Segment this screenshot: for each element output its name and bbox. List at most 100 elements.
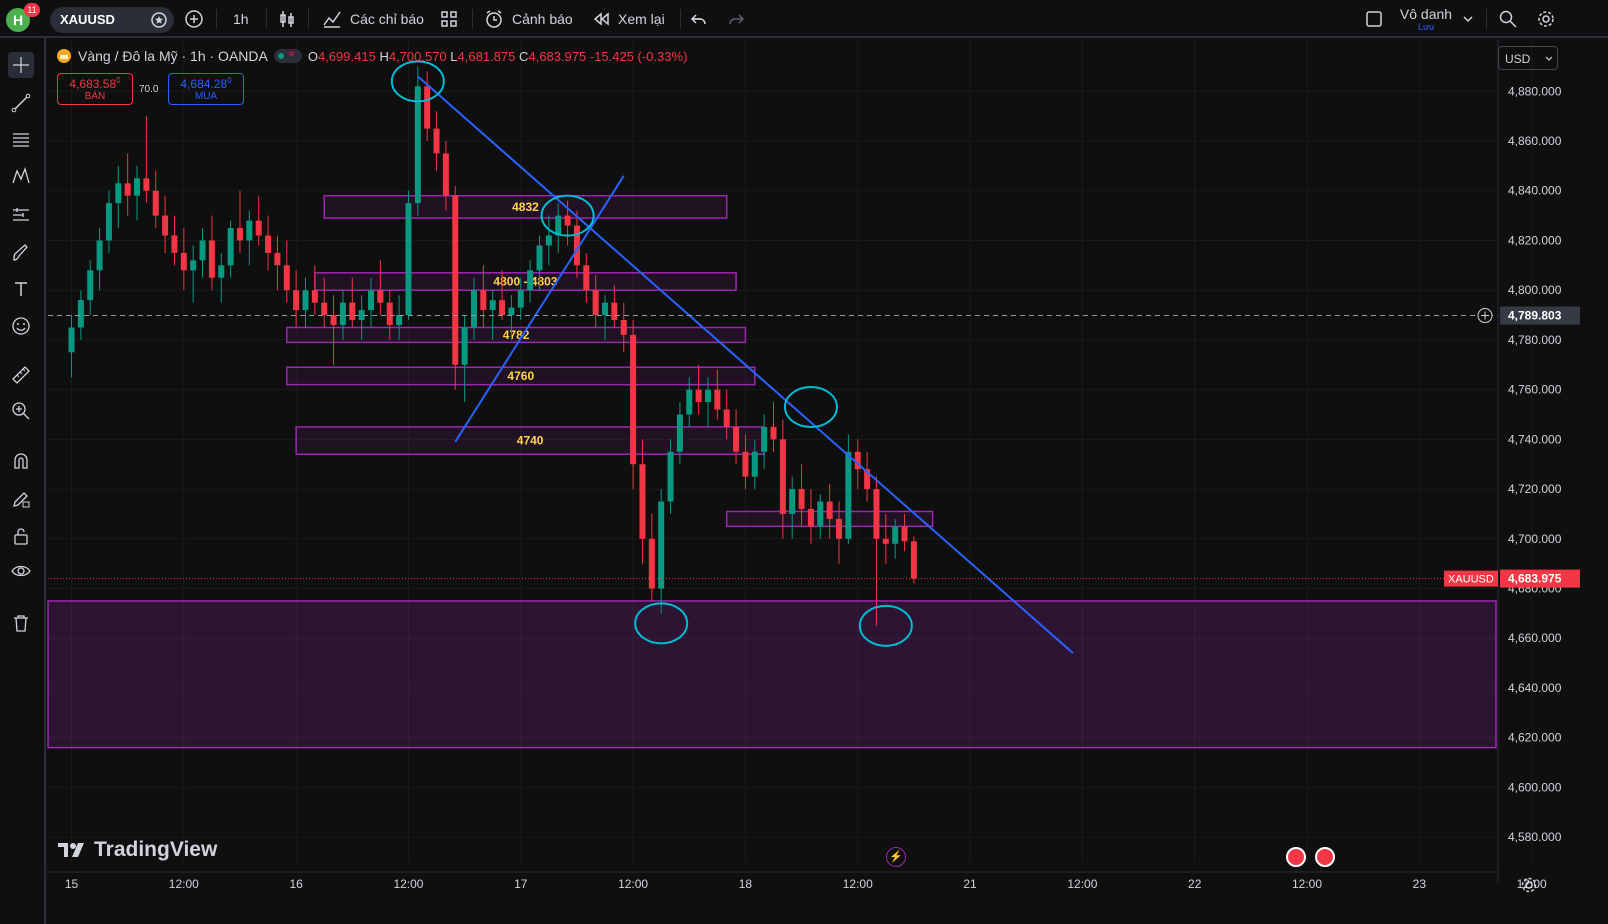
candle-body <box>227 228 234 266</box>
price-tick-label: 4,720.000 <box>1508 482 1562 496</box>
candle-body <box>817 501 824 527</box>
candle-body <box>517 290 524 308</box>
candle-body <box>442 153 449 196</box>
price-chart[interactable]: 48324800 - 4803478247604740 4,880.0004,8… <box>46 40 1608 924</box>
replay-button[interactable]: Xem lại <box>592 0 665 38</box>
candle-body <box>452 195 459 365</box>
candle-body <box>293 290 300 311</box>
trendline-tool[interactable] <box>8 90 34 116</box>
symbol-search[interactable]: XAUUSD <box>50 7 174 33</box>
sell-label: BÁN <box>84 91 106 102</box>
time-tick-label: 23 <box>1413 877 1427 891</box>
watchlist-icon[interactable] <box>150 11 168 32</box>
notification-badge: 11 <box>24 3 40 17</box>
candle-body <box>630 334 637 465</box>
brush-tool[interactable] <box>8 240 34 266</box>
candle-body <box>349 302 356 321</box>
us-flag-event-icon[interactable] <box>1315 847 1335 867</box>
candle-body <box>68 327 75 353</box>
fib-tool[interactable] <box>8 127 34 153</box>
time-tick-label: 16 <box>289 877 303 891</box>
candle-body <box>199 240 206 261</box>
price-tick-label: 4,860.000 <box>1508 134 1562 148</box>
high-value: 4,700.570 <box>388 48 447 64</box>
buy-button[interactable]: 4,684.280 MUA <box>168 73 244 105</box>
chart-legend: Vàng / Đô la Mỹ · 1h · OANDA ≈ O4,699.41… <box>56 48 687 64</box>
quick-search-button[interactable] <box>1498 0 1518 38</box>
candle-body <box>396 315 403 325</box>
text-tool[interactable] <box>8 276 34 302</box>
price-tick-label: 4,580.000 <box>1508 830 1562 844</box>
lightning-event-icon[interactable]: ⚡ <box>886 847 906 867</box>
forecast-tool[interactable] <box>8 202 34 228</box>
buy-price-sup: 0 <box>227 76 232 85</box>
candle-body <box>377 290 384 303</box>
price-tick-label: 4,820.000 <box>1508 233 1562 247</box>
interval-label: 1h <box>233 11 249 27</box>
candle-body <box>798 489 805 509</box>
chart-settings-button[interactable] <box>1520 876 1538 899</box>
price-axis[interactable]: 4,880.000 4,860.000 4,840.000 4,820.000 4,80… <box>1444 40 1580 882</box>
currency-select[interactable]: USD <box>1498 46 1558 70</box>
alerts-button[interactable]: Cảnh báo <box>484 0 573 38</box>
add-symbol-button[interactable] <box>184 0 204 38</box>
zone-label: 4800 - 4803 <box>493 274 557 288</box>
indicators-button[interactable]: Các chỉ báo <box>322 0 424 38</box>
pattern-tool[interactable] <box>8 164 34 190</box>
interval-button[interactable]: 1h <box>233 0 249 38</box>
chart-type-button[interactable] <box>278 0 296 38</box>
sell-price: 4,683.58 <box>69 77 117 91</box>
zoom-tool[interactable] <box>8 398 34 424</box>
redo-button[interactable] <box>727 0 745 38</box>
candles-icon <box>280 11 294 27</box>
drawing-mode-tool[interactable] <box>8 486 34 512</box>
market-status-icon: ≈ <box>273 49 302 63</box>
magnet-tool[interactable] <box>8 448 34 474</box>
unlock-icon <box>14 528 28 545</box>
candle-body <box>162 215 169 236</box>
brush-icon <box>13 244 28 261</box>
sell-button[interactable]: 4,683.580 BÁN <box>57 73 133 105</box>
visibility-tool[interactable] <box>8 558 34 584</box>
candle-body <box>236 228 243 241</box>
price-tick-label: 4,760.000 <box>1508 383 1562 397</box>
ruler-icon <box>12 366 30 384</box>
time-axis[interactable]: 15 12:00 16 12:00 17 12:00 18 12:00 21 12:00 22 12:… <box>46 871 1608 895</box>
crosshair-icon <box>13 57 29 73</box>
price-tick-label: 4,620.000 <box>1508 731 1562 745</box>
symbol-title[interactable]: Vàng / Đô la Mỹ · 1h · OANDA <box>78 48 268 64</box>
delete-tool[interactable] <box>8 610 34 636</box>
layout-dropdown[interactable] <box>1462 0 1474 38</box>
us-flag-event-icon[interactable] <box>1286 847 1306 867</box>
buy-price: 4,684.28 <box>180 77 228 91</box>
candlestick-series <box>68 66 917 626</box>
candle-body <box>499 300 506 316</box>
price-tick-label: 4,840.000 <box>1508 184 1562 198</box>
undo-button[interactable] <box>690 0 708 38</box>
candle-body <box>639 464 646 539</box>
candle-body <box>115 183 122 204</box>
crosshair-tool[interactable] <box>8 52 34 78</box>
candle-body <box>592 290 599 316</box>
candle-body <box>789 489 796 514</box>
eye-icon <box>11 565 31 577</box>
measure-tool[interactable] <box>8 362 34 388</box>
candle-body <box>882 538 889 544</box>
candle-body <box>265 235 272 253</box>
fullscreen-button[interactable] <box>1364 0 1384 38</box>
open-key: O <box>307 48 318 64</box>
settings-button[interactable] <box>1536 0 1556 38</box>
price-tick-label: 4,600.000 <box>1508 780 1562 794</box>
plus-circle-icon <box>185 10 203 28</box>
lock-tool[interactable] <box>8 523 34 549</box>
emoji-tool[interactable] <box>8 313 34 339</box>
candle-body <box>611 302 618 321</box>
time-tick-label: 12:00 <box>618 877 648 891</box>
layout-name-button[interactable]: Vô danh Lưu <box>1398 6 1454 32</box>
candle-body <box>433 128 440 154</box>
price-tick-label: 4,640.000 <box>1508 681 1562 695</box>
candle-body <box>620 320 627 335</box>
candle-body <box>676 414 683 452</box>
layouts-button[interactable] <box>440 0 458 38</box>
candle-body <box>751 451 758 477</box>
